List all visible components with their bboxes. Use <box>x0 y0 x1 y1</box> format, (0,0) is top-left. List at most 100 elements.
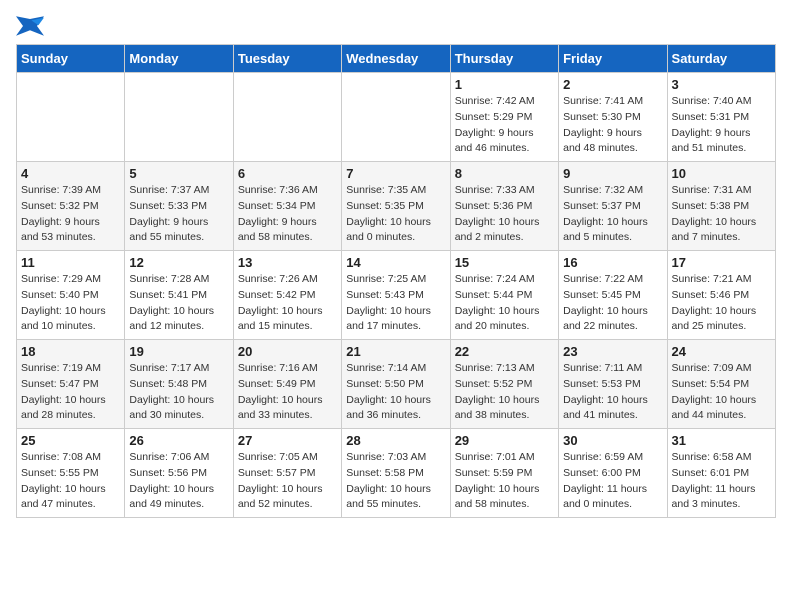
calendar-cell: 3 Sunrise: 7:40 AMSunset: 5:31 PMDaylight… <box>667 73 775 162</box>
day-info: Sunrise: 7:21 AMSunset: 5:46 PMDaylight:… <box>672 272 771 335</box>
calendar-cell: 9 Sunrise: 7:32 AMSunset: 5:37 PMDaylight… <box>559 162 667 251</box>
day-info: Sunrise: 7:01 AMSunset: 5:59 PMDaylight:… <box>455 450 554 513</box>
calendar-cell: 13Sunrise: 7:26 AMSunset: 5:42 PMDayligh… <box>233 251 341 340</box>
day-info: Sunrise: 7:26 AMSunset: 5:42 PMDaylight:… <box>238 272 337 335</box>
calendar-cell: 29 Sunrise: 7:01 AMSunset: 5:59 PMDayligh… <box>450 429 558 518</box>
day-number: 21 <box>346 344 445 359</box>
calendar-cell: 15 Sunrise: 7:24 AMSunset: 5:44 PMDayligh… <box>450 251 558 340</box>
calendar-cell: 17 Sunrise: 7:21 AMSunset: 5:46 PMDayligh… <box>667 251 775 340</box>
day-of-week-friday: Friday <box>559 45 667 73</box>
calendar-cell: 10Sunrise: 7:31 AMSunset: 5:38 PMDayligh… <box>667 162 775 251</box>
calendar-cell: 5 Sunrise: 7:37 AMSunset: 5:33 PMDaylight… <box>125 162 233 251</box>
calendar-cell: 28 Sunrise: 7:03 AMSunset: 5:58 PMDayligh… <box>342 429 450 518</box>
page-header <box>16 16 776 36</box>
calendar-week-row: 25Sunrise: 7:08 AMSunset: 5:55 PMDayligh… <box>17 429 776 518</box>
day-number: 4 <box>21 166 120 181</box>
calendar-week-row: 4 Sunrise: 7:39 AMSunset: 5:32 PMDaylight… <box>17 162 776 251</box>
calendar-cell: 2 Sunrise: 7:41 AMSunset: 5:30 PMDaylight… <box>559 73 667 162</box>
day-info: Sunrise: 7:24 AMSunset: 5:44 PMDaylight:… <box>455 272 554 335</box>
calendar-week-row: 11 Sunrise: 7:29 AMSunset: 5:40 PMDayligh… <box>17 251 776 340</box>
logo <box>16 16 48 36</box>
day-info: Sunrise: 7:19 AMSunset: 5:47 PMDaylight:… <box>21 361 120 424</box>
calendar-cell <box>125 73 233 162</box>
calendar-cell: 1 Sunrise: 7:42 AMSunset: 5:29 PMDaylight… <box>450 73 558 162</box>
day-number: 14 <box>346 255 445 270</box>
day-number: 22 <box>455 344 554 359</box>
day-number: 6 <box>238 166 337 181</box>
day-info: Sunrise: 7:03 AMSunset: 5:58 PMDaylight:… <box>346 450 445 513</box>
calendar-cell: 19 Sunrise: 7:17 AMSunset: 5:48 PMDayligh… <box>125 340 233 429</box>
calendar-cell: 21Sunrise: 7:14 AMSunset: 5:50 PMDayligh… <box>342 340 450 429</box>
day-number: 29 <box>455 433 554 448</box>
calendar-cell: 8Sunrise: 7:33 AMSunset: 5:36 PMDaylight… <box>450 162 558 251</box>
day-number: 24 <box>672 344 771 359</box>
day-info: Sunrise: 7:42 AMSunset: 5:29 PMDaylight:… <box>455 94 554 157</box>
day-number: 19 <box>129 344 228 359</box>
day-number: 11 <box>21 255 120 270</box>
day-number: 1 <box>455 77 554 92</box>
day-info: Sunrise: 7:06 AMSunset: 5:56 PMDaylight:… <box>129 450 228 513</box>
day-of-week-wednesday: Wednesday <box>342 45 450 73</box>
calendar-cell: 11 Sunrise: 7:29 AMSunset: 5:40 PMDayligh… <box>17 251 125 340</box>
day-info: Sunrise: 7:36 AMSunset: 5:34 PMDaylight:… <box>238 183 337 246</box>
day-info: Sunrise: 7:28 AMSunset: 5:41 PMDaylight:… <box>129 272 228 335</box>
day-of-week-thursday: Thursday <box>450 45 558 73</box>
day-of-week-sunday: Sunday <box>17 45 125 73</box>
calendar-cell: 14 Sunrise: 7:25 AMSunset: 5:43 PMDayligh… <box>342 251 450 340</box>
day-info: Sunrise: 7:17 AMSunset: 5:48 PMDaylight:… <box>129 361 228 424</box>
calendar-cell: 18 Sunrise: 7:19 AMSunset: 5:47 PMDayligh… <box>17 340 125 429</box>
calendar-cell <box>17 73 125 162</box>
day-info: Sunrise: 7:39 AMSunset: 5:32 PMDaylight:… <box>21 183 120 246</box>
day-info: Sunrise: 7:13 AMSunset: 5:52 PMDaylight:… <box>455 361 554 424</box>
calendar-cell: 22 Sunrise: 7:13 AMSunset: 5:52 PMDayligh… <box>450 340 558 429</box>
day-info: Sunrise: 7:40 AMSunset: 5:31 PMDaylight:… <box>672 94 771 157</box>
calendar-cell: 25Sunrise: 7:08 AMSunset: 5:55 PMDayligh… <box>17 429 125 518</box>
day-number: 23 <box>563 344 662 359</box>
day-info: Sunrise: 7:32 AMSunset: 5:37 PMDaylight:… <box>563 183 662 246</box>
day-number: 17 <box>672 255 771 270</box>
day-number: 15 <box>455 255 554 270</box>
day-number: 5 <box>129 166 228 181</box>
day-of-week-monday: Monday <box>125 45 233 73</box>
day-info: Sunrise: 7:37 AMSunset: 5:33 PMDaylight:… <box>129 183 228 246</box>
day-info: Sunrise: 7:09 AMSunset: 5:54 PMDaylight:… <box>672 361 771 424</box>
day-number: 7 <box>346 166 445 181</box>
day-number: 9 <box>563 166 662 181</box>
calendar-header-row: SundayMondayTuesdayWednesdayThursdayFrid… <box>17 45 776 73</box>
day-info: Sunrise: 7:08 AMSunset: 5:55 PMDaylight:… <box>21 450 120 513</box>
calendar-cell: 31 Sunrise: 6:58 AMSunset: 6:01 PMDayligh… <box>667 429 775 518</box>
calendar-cell: 23 Sunrise: 7:11 AMSunset: 5:53 PMDayligh… <box>559 340 667 429</box>
day-info: Sunrise: 7:25 AMSunset: 5:43 PMDaylight:… <box>346 272 445 335</box>
calendar-cell <box>233 73 341 162</box>
day-info: Sunrise: 7:05 AMSunset: 5:57 PMDaylight:… <box>238 450 337 513</box>
calendar-cell: 4 Sunrise: 7:39 AMSunset: 5:32 PMDaylight… <box>17 162 125 251</box>
day-info: Sunrise: 6:59 AMSunset: 6:00 PMDaylight:… <box>563 450 662 513</box>
calendar-cell: 24 Sunrise: 7:09 AMSunset: 5:54 PMDayligh… <box>667 340 775 429</box>
calendar-table: SundayMondayTuesdayWednesdayThursdayFrid… <box>16 44 776 518</box>
calendar-cell: 6 Sunrise: 7:36 AMSunset: 5:34 PMDaylight… <box>233 162 341 251</box>
calendar-cell: 7 Sunrise: 7:35 AMSunset: 5:35 PMDaylight… <box>342 162 450 251</box>
day-info: Sunrise: 7:29 AMSunset: 5:40 PMDaylight:… <box>21 272 120 335</box>
calendar-week-row: 1 Sunrise: 7:42 AMSunset: 5:29 PMDaylight… <box>17 73 776 162</box>
calendar-cell: 26Sunrise: 7:06 AMSunset: 5:56 PMDayligh… <box>125 429 233 518</box>
day-info: Sunrise: 7:11 AMSunset: 5:53 PMDaylight:… <box>563 361 662 424</box>
day-of-week-tuesday: Tuesday <box>233 45 341 73</box>
day-info: Sunrise: 7:16 AMSunset: 5:49 PMDaylight:… <box>238 361 337 424</box>
day-number: 18 <box>21 344 120 359</box>
calendar-week-row: 18 Sunrise: 7:19 AMSunset: 5:47 PMDayligh… <box>17 340 776 429</box>
calendar-cell: 16Sunrise: 7:22 AMSunset: 5:45 PMDayligh… <box>559 251 667 340</box>
day-info: Sunrise: 7:33 AMSunset: 5:36 PMDaylight:… <box>455 183 554 246</box>
day-number: 31 <box>672 433 771 448</box>
calendar-cell: 20 Sunrise: 7:16 AMSunset: 5:49 PMDayligh… <box>233 340 341 429</box>
day-info: Sunrise: 7:41 AMSunset: 5:30 PMDaylight:… <box>563 94 662 157</box>
day-number: 28 <box>346 433 445 448</box>
day-number: 20 <box>238 344 337 359</box>
day-number: 3 <box>672 77 771 92</box>
day-info: Sunrise: 6:58 AMSunset: 6:01 PMDaylight:… <box>672 450 771 513</box>
day-number: 2 <box>563 77 662 92</box>
day-info: Sunrise: 7:22 AMSunset: 5:45 PMDaylight:… <box>563 272 662 335</box>
day-info: Sunrise: 7:35 AMSunset: 5:35 PMDaylight:… <box>346 183 445 246</box>
logo-icon <box>16 16 44 36</box>
calendar-cell: 12Sunrise: 7:28 AMSunset: 5:41 PMDayligh… <box>125 251 233 340</box>
calendar-cell: 30Sunrise: 6:59 AMSunset: 6:00 PMDayligh… <box>559 429 667 518</box>
